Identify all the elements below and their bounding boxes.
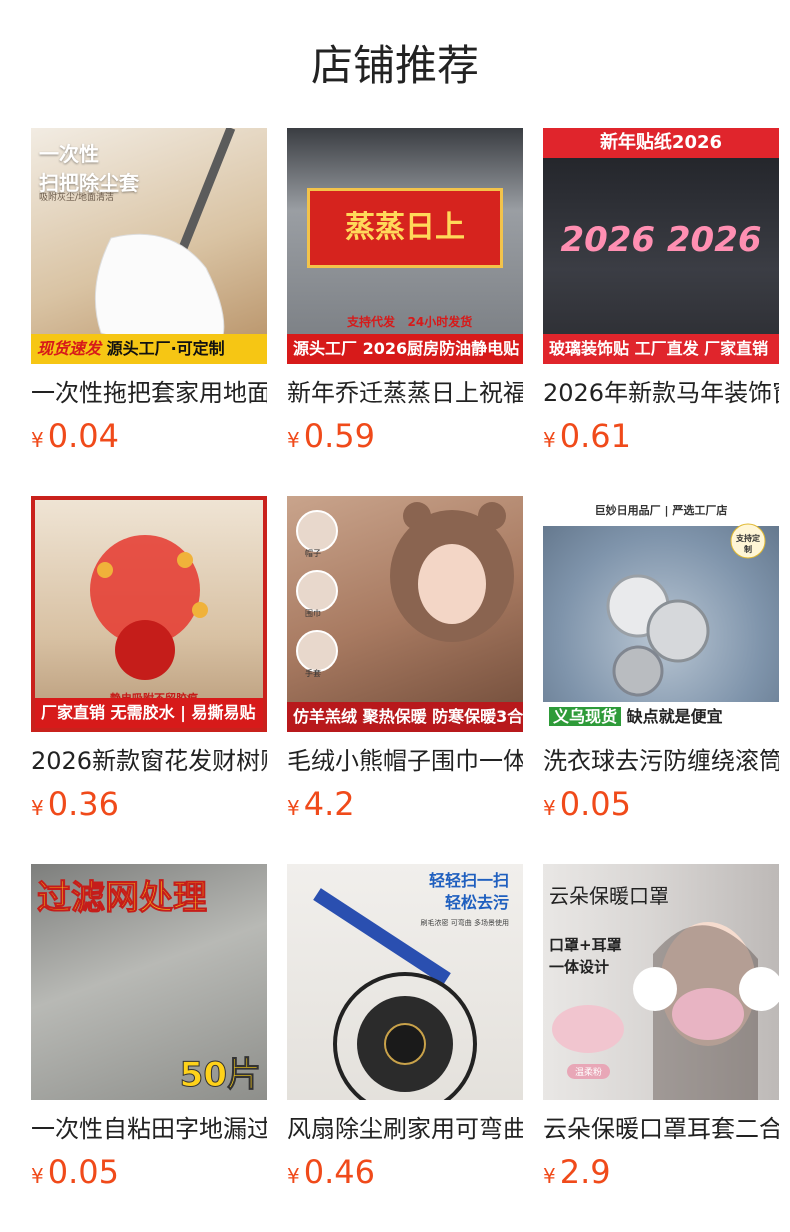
- currency-symbol: ¥: [543, 1164, 556, 1188]
- image-banner: 源头工厂 2026厨房防油静电贴: [287, 334, 523, 364]
- image-headline: 轻轻扫一扫 轻松去污: [428, 871, 509, 912]
- image-subtext: 支持代发 24小时发货: [347, 315, 473, 329]
- product-name[interactable]: 云朵保暖口罩耳套二合一: [543, 1114, 779, 1144]
- product-image[interactable]: 过滤网处理 50片: [31, 864, 267, 1100]
- image-headline: 2026 2026: [560, 220, 762, 260]
- laundry-ball-illustration: [606, 523, 766, 697]
- product-price: ¥0.05: [543, 784, 779, 824]
- currency-symbol: ¥: [543, 428, 556, 452]
- price-value: 2.9: [559, 1153, 611, 1191]
- page-title: 店铺推荐: [310, 41, 479, 90]
- product-image[interactable]: 巨妙日用品厂 | 严选工厂店 支持定制 义乌现货 缺点就是便宜: [543, 496, 779, 732]
- product-name[interactable]: 2026年新款马年装饰窗贴: [543, 378, 779, 408]
- product-image[interactable]: 蒸蒸日上 支持代发 24小时发货 源头工厂 2026厨房防油静电贴: [287, 128, 523, 364]
- product-image[interactable]: 云朵保暖口罩 口罩+耳罩 一体设计 温柔粉: [543, 864, 779, 1100]
- image-headline: 过滤网处理: [37, 878, 208, 919]
- product-price: ¥0.46: [287, 1152, 523, 1192]
- product-card[interactable]: 帽子 围巾 手套 仿羊羔绒 聚热保暖 防寒保暖3合1 毛绒小熊帽子围巾一体 ¥4…: [287, 496, 523, 831]
- label-scarf: 围巾: [305, 609, 321, 618]
- image-banner: 仿羊羔绒 聚热保暖 防寒保暖3合1: [287, 702, 523, 732]
- product-name[interactable]: 新年乔迁蒸蒸日上祝福贴纸: [287, 378, 523, 408]
- image-subtext: 刷毛浓密 可弯曲 多场景使用: [420, 919, 509, 927]
- color-badge: 温柔粉: [567, 1064, 611, 1079]
- currency-symbol: ¥: [543, 796, 556, 820]
- label-gloves: 手套: [305, 669, 321, 678]
- price-value: 0.36: [47, 785, 119, 823]
- label-hat: 帽子: [305, 549, 321, 558]
- product-price: ¥2.9: [543, 1152, 779, 1192]
- image-topbar: 新年贴纸2026: [543, 128, 779, 158]
- product-card[interactable]: 新年贴纸2026 2026 2026 玻璃装饰贴 工厂直发 厂家直销 2026年…: [543, 128, 779, 463]
- customize-badge: 支持定制: [736, 534, 760, 554]
- product-price: ¥4.2: [287, 784, 523, 824]
- image-headline: 云朵保暖口罩: [549, 884, 669, 908]
- price-value: 0.61: [559, 417, 631, 455]
- image-banner: 玻璃装饰贴 工厂直发 厂家直销: [543, 334, 779, 364]
- product-image[interactable]: 帽子 围巾 手套 仿羊羔绒 聚热保暖 防寒保暖3合1: [287, 496, 523, 732]
- product-price: ¥0.36: [31, 784, 267, 824]
- product-price: ¥0.61: [543, 416, 779, 456]
- product-image[interactable]: 轻轻扫一扫 轻松去污 刷毛浓密 可弯曲 多场景使用: [287, 864, 523, 1100]
- currency-symbol: ¥: [287, 1164, 300, 1188]
- model-illustration: [296, 502, 514, 672]
- price-value: 0.05: [47, 1153, 119, 1191]
- product-name[interactable]: 风扇除尘刷家用可弯曲: [287, 1114, 523, 1144]
- product-image[interactable]: 新年贴纸2026 2026 2026 玻璃装饰贴 工厂直发 厂家直销: [543, 128, 779, 364]
- product-card[interactable]: 巨妙日用品厂 | 严选工厂店 支持定制 义乌现货 缺点就是便宜 洗衣球去污防缠绕…: [543, 496, 779, 831]
- product-card[interactable]: 轻轻扫一扫 轻松去污 刷毛浓密 可弯曲 多场景使用 风扇除尘刷家用可弯曲 ¥0.…: [287, 864, 523, 1199]
- image-headline: 一次性 扫把除尘套: [39, 142, 139, 195]
- product-name[interactable]: 一次性拖把套家用地面除尘套: [31, 378, 267, 408]
- product-card[interactable]: 一次性 扫把除尘套 吸附灰尘/地面清洁 现货速发 源头工厂·可定制 一次性拖把套…: [31, 128, 267, 463]
- price-value: 4.2: [303, 785, 355, 823]
- image-subtext: 吸附灰尘/地面清洁: [39, 193, 115, 203]
- currency-symbol: ¥: [31, 796, 44, 820]
- image-subtext: 口罩+耳罩 一体设计: [549, 936, 622, 976]
- product-image[interactable]: 静电吸附不留胶痕 厂家直销 无需胶水 | 易撕易贴: [31, 496, 267, 732]
- product-card[interactable]: 蒸蒸日上 支持代发 24小时发货 源头工厂 2026厨房防油静电贴 新年乔迁蒸蒸…: [287, 128, 523, 463]
- price-value: 0.05: [559, 785, 631, 823]
- currency-symbol: ¥: [31, 428, 44, 452]
- image-banner: 现货速发 源头工厂·可定制: [31, 334, 267, 364]
- product-name[interactable]: 洗衣球去污防缠绕滚筒: [543, 746, 779, 776]
- product-name[interactable]: 毛绒小熊帽子围巾一体: [287, 746, 523, 776]
- image-banner: 义乌现货 缺点就是便宜: [543, 702, 779, 732]
- currency-symbol: ¥: [31, 1164, 44, 1188]
- currency-symbol: ¥: [287, 428, 300, 452]
- currency-symbol: ¥: [287, 796, 300, 820]
- product-image[interactable]: 一次性 扫把除尘套 吸附灰尘/地面清洁 现货速发 源头工厂·可定制: [31, 128, 267, 364]
- product-card[interactable]: 过滤网处理 50片 一次性自粘田字地漏过滤网 ¥0.05: [31, 864, 267, 1199]
- price-value: 0.46: [303, 1153, 375, 1191]
- price-value: 0.59: [303, 417, 375, 455]
- product-name[interactable]: 2026新款窗花发财树贴纸: [31, 746, 267, 776]
- image-banner: 厂家直销 无需胶水 | 易撕易贴: [35, 698, 263, 728]
- product-name[interactable]: 一次性自粘田字地漏过滤网: [31, 1114, 267, 1144]
- product-price: ¥0.05: [31, 1152, 267, 1192]
- sign-text: 蒸蒸日上: [345, 210, 465, 245]
- image-count-badge: 50片: [179, 1055, 261, 1096]
- product-price: ¥0.04: [31, 416, 267, 456]
- banner-sign: 蒸蒸日上: [307, 188, 503, 268]
- product-card[interactable]: 云朵保暖口罩 口罩+耳罩 一体设计 温柔粉 云朵保暖口罩耳套二合一 ¥2.9: [543, 864, 779, 1199]
- product-card[interactable]: 静电吸附不留胶痕 厂家直销 无需胶水 | 易撕易贴 2026新款窗花发财树贴纸 …: [31, 496, 267, 831]
- product-price: ¥0.59: [287, 416, 523, 456]
- price-value: 0.04: [47, 417, 119, 455]
